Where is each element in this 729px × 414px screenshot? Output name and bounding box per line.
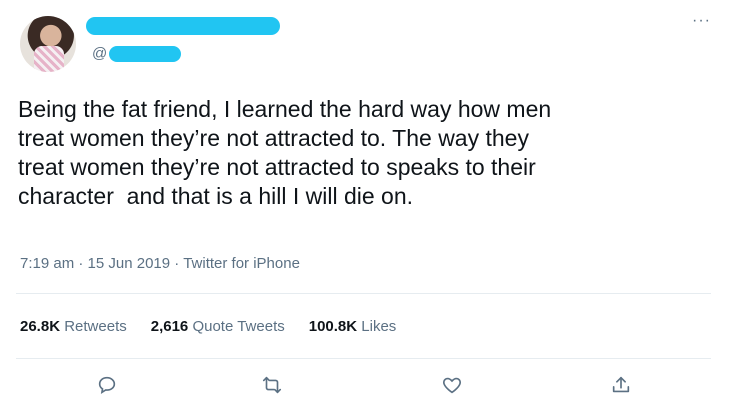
divider xyxy=(16,358,711,359)
likes-count: 100.8K xyxy=(308,318,358,335)
tweet-stats: 26.8K Retweets 2,616 Quote Tweets 100.8K… xyxy=(20,318,420,335)
tweet-client[interactable]: Twitter for iPhone xyxy=(183,255,300,272)
retweets-stat[interactable]: 26.8K Retweets xyxy=(20,318,127,335)
quote-tweets-stat[interactable]: 2,616 Quote Tweets xyxy=(151,318,285,335)
action-bar xyxy=(0,370,729,400)
divider xyxy=(16,293,711,294)
retweets-count: 26.8K xyxy=(20,318,61,335)
quote-tweets-label: Quote Tweets xyxy=(192,318,285,335)
likes-stat[interactable]: 100.8K Likes xyxy=(309,318,397,335)
redacted-handle xyxy=(109,45,182,62)
reply-icon xyxy=(98,376,116,395)
retweet-button[interactable] xyxy=(257,370,287,400)
tweet-meta: 7:19 am · 15 Jun 2019 · Twitter for iPho… xyxy=(20,255,300,272)
share-button[interactable] xyxy=(606,370,636,400)
share-icon xyxy=(612,376,630,393)
meta-separator: · xyxy=(170,255,184,272)
tweet-text: Being the fat friend, I learned the hard… xyxy=(18,96,552,209)
retweet-icon xyxy=(262,376,282,394)
heart-icon xyxy=(443,377,461,394)
more-options-icon[interactable]: ··· xyxy=(692,13,711,29)
user-handle[interactable]: @ xyxy=(92,45,182,62)
reply-button[interactable] xyxy=(92,370,122,400)
meta-separator: · xyxy=(74,255,88,272)
tweet-time[interactable]: 7:19 am xyxy=(20,255,74,272)
tweet-date[interactable]: 15 Jun 2019 xyxy=(88,255,171,272)
likes-label: Likes xyxy=(361,318,397,335)
retweets-label: Retweets xyxy=(64,318,127,335)
quote-tweets-count: 2,616 xyxy=(150,318,189,335)
handle-at: @ xyxy=(92,45,108,62)
redacted-display-name xyxy=(86,17,280,35)
like-button[interactable] xyxy=(437,370,467,400)
avatar[interactable] xyxy=(20,16,76,72)
